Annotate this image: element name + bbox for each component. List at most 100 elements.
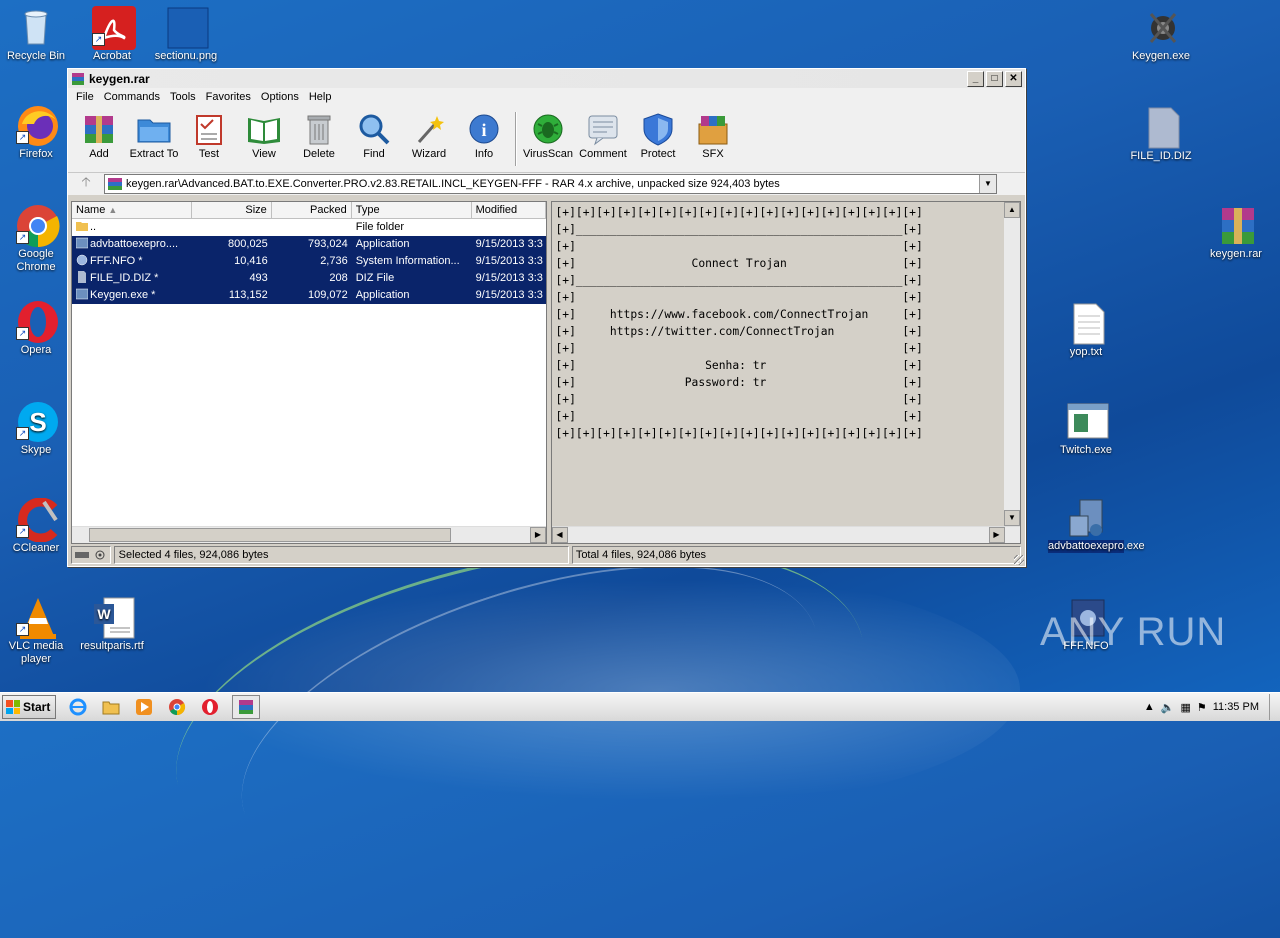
column-packed[interactable]: Packed bbox=[272, 202, 352, 218]
table-row[interactable]: Keygen.exe * 113,152 109,072 Application… bbox=[72, 287, 546, 304]
table-row[interactable]: FFF.NFO * 10,416 2,736 System Informatio… bbox=[72, 253, 546, 270]
add-button[interactable]: Add bbox=[72, 110, 126, 160]
file-list[interactable]: Name ▲ Size Packed Type Modified .. File… bbox=[71, 201, 547, 544]
start-button[interactable]: Start bbox=[2, 695, 56, 719]
desktop-icon-keygen-rar[interactable]: keygen.rar bbox=[1198, 204, 1274, 261]
sfx-button[interactable]: SFX bbox=[686, 110, 740, 160]
table-row[interactable]: advbattoexepro.... 800,025 793,024 Appli… bbox=[72, 236, 546, 253]
generic-file-icon bbox=[78, 271, 86, 283]
menu-favorites[interactable]: Favorites bbox=[201, 91, 256, 103]
desktop-icon-ccleaner[interactable]: ↗ CCleaner bbox=[0, 497, 74, 555]
column-type[interactable]: Type bbox=[352, 202, 472, 218]
delete-button[interactable]: Delete bbox=[292, 110, 346, 160]
volume-icon[interactable]: 🔈 bbox=[1161, 701, 1175, 714]
vertical-scrollbar[interactable]: ▲ ▼ bbox=[1004, 202, 1020, 526]
maximize-button[interactable]: □ bbox=[986, 71, 1003, 87]
clipboard-check-icon bbox=[191, 112, 227, 146]
menu-tools[interactable]: Tools bbox=[165, 91, 201, 103]
scroll-right-arrow[interactable]: ▶ bbox=[530, 527, 546, 543]
file-type: Application bbox=[355, 289, 410, 301]
horizontal-scrollbar[interactable]: ◀ ▶ bbox=[551, 526, 1021, 543]
desktop-icon-advbattoexepro[interactable]: advbattoexepro.exe bbox=[1048, 496, 1145, 553]
comment-button[interactable]: Comment bbox=[576, 110, 630, 160]
show-desktop-button[interactable] bbox=[1269, 694, 1280, 720]
test-button[interactable]: Test bbox=[182, 110, 236, 160]
scrollbar-thumb[interactable] bbox=[89, 528, 451, 542]
toolbar-label: Protect bbox=[640, 148, 676, 160]
toolbar-label: Delete bbox=[303, 148, 335, 160]
clock[interactable]: 11:35 PM bbox=[1213, 701, 1259, 713]
desktop-icon-twitch-exe[interactable]: Twitch.exe bbox=[1048, 400, 1124, 457]
file-name: advbattoexepro.... bbox=[90, 238, 179, 250]
info-button[interactable]: i Info bbox=[457, 110, 511, 160]
network-icon[interactable]: ▦ bbox=[1180, 701, 1190, 714]
opera-icon[interactable] bbox=[199, 696, 221, 718]
desktop-icon-firefox[interactable]: ↗ Firefox bbox=[0, 104, 74, 161]
desktop-icon-skype[interactable]: S ↗ Skype bbox=[0, 400, 74, 457]
scroll-right-arrow[interactable]: ▶ bbox=[988, 527, 1005, 543]
menu-help[interactable]: Help bbox=[304, 91, 337, 103]
protect-button[interactable]: Protect bbox=[631, 110, 685, 160]
chrome-icon[interactable] bbox=[166, 696, 188, 718]
action-center-flag-icon[interactable]: ⚑ bbox=[1197, 701, 1207, 714]
column-modified[interactable]: Modified bbox=[472, 202, 546, 218]
view-button[interactable]: View bbox=[237, 110, 291, 160]
desktop-icon-resultparis[interactable]: W resultparis.rtf bbox=[74, 596, 150, 653]
chevron-down-icon[interactable]: ▼ bbox=[979, 175, 996, 193]
winrar-icon bbox=[72, 72, 84, 85]
desktop-icon-sectionu[interactable]: sectionu.png bbox=[148, 6, 224, 63]
image-file-icon bbox=[166, 6, 209, 49]
close-button[interactable]: ✕ bbox=[1005, 71, 1022, 87]
virusscan-button[interactable]: VirusScan bbox=[521, 110, 575, 160]
scroll-up-arrow[interactable]: ▲ bbox=[1004, 202, 1020, 218]
horizontal-scrollbar[interactable]: ▶ bbox=[72, 526, 546, 543]
nfo-text: [+][+][+][+][+][+][+][+][+][+][+][+][+][… bbox=[555, 206, 923, 440]
explorer-folder-icon[interactable] bbox=[100, 696, 122, 718]
desktop-icon-keygen-exe[interactable]: Keygen.exe bbox=[1123, 6, 1199, 63]
book-icon bbox=[246, 112, 282, 146]
desktop-icon-recycle-bin[interactable]: Recycle Bin bbox=[0, 6, 74, 63]
title-bar[interactable]: keygen.rar _ □ ✕ bbox=[68, 69, 1025, 88]
svg-text:S: S bbox=[29, 407, 46, 437]
comment-viewer[interactable]: [+][+][+][+][+][+][+][+][+][+][+][+][+][… bbox=[550, 201, 1021, 544]
scroll-left-arrow[interactable]: ◀ bbox=[551, 527, 568, 543]
column-name[interactable]: Name ▲ bbox=[72, 202, 192, 218]
wizard-button[interactable]: Wizard bbox=[402, 110, 456, 160]
extract-to-button[interactable]: Extract To bbox=[127, 110, 181, 160]
table-row[interactable]: .. File folder bbox=[72, 219, 546, 236]
file-size bbox=[192, 219, 272, 236]
show-hidden-icons-icon[interactable]: ▲ bbox=[1144, 701, 1155, 713]
desktop-icon-opera[interactable]: ↗ Opera bbox=[0, 300, 74, 357]
desktop-icon-vlc[interactable]: ↗ VLC media player bbox=[0, 596, 74, 666]
icon-label: sectionu.png bbox=[154, 50, 218, 62]
desktop-icon-file-id-diz[interactable]: FILE_ID.DIZ bbox=[1123, 106, 1199, 163]
winrar-window[interactable]: keygen.rar _ □ ✕ File Commands Tools Fav… bbox=[67, 68, 1026, 567]
icon-label: FILE_ID.DIZ bbox=[1130, 150, 1192, 162]
desktop-icon-chrome[interactable]: ↗ Google Chrome bbox=[0, 204, 74, 274]
table-row[interactable]: FILE_ID.DIZ * 493 208 DIZ File 9/15/2013… bbox=[72, 270, 546, 287]
path-field[interactable]: keygen.rar\Advanced.BAT.to.EXE.Converter… bbox=[104, 174, 997, 194]
file-size: 493 bbox=[249, 272, 268, 284]
sfx-box-icon bbox=[695, 112, 731, 146]
icon-label: VLC media player bbox=[8, 640, 64, 665]
column-size[interactable]: Size bbox=[192, 202, 272, 218]
find-button[interactable]: Find bbox=[347, 110, 401, 160]
application-icon bbox=[76, 237, 88, 249]
resize-grip[interactable] bbox=[1014, 555, 1024, 565]
media-player-icon[interactable] bbox=[133, 696, 155, 718]
drive-icon[interactable] bbox=[71, 546, 111, 564]
icon-label: Skype bbox=[20, 444, 52, 456]
menu-file[interactable]: File bbox=[71, 91, 99, 103]
menu-options[interactable]: Options bbox=[256, 91, 304, 103]
up-arrow-icon[interactable]: 🡡 bbox=[74, 173, 98, 195]
status-total: Total 4 files, 924,086 bytes bbox=[571, 546, 1021, 564]
ie-icon[interactable] bbox=[67, 696, 89, 718]
scroll-down-arrow[interactable]: ▼ bbox=[1004, 510, 1020, 526]
menu-commands[interactable]: Commands bbox=[99, 91, 165, 103]
winrar-taskbar-button[interactable] bbox=[232, 695, 260, 719]
desktop-icon-yop-txt[interactable]: yop.txt bbox=[1048, 302, 1124, 359]
recycle-bin-icon bbox=[16, 6, 56, 46]
minimize-button[interactable]: _ bbox=[967, 71, 984, 87]
anyrun-watermark: ANY RUN bbox=[1040, 610, 1227, 654]
desktop-icon-acrobat[interactable]: ↗ Acrobat bbox=[74, 6, 150, 63]
